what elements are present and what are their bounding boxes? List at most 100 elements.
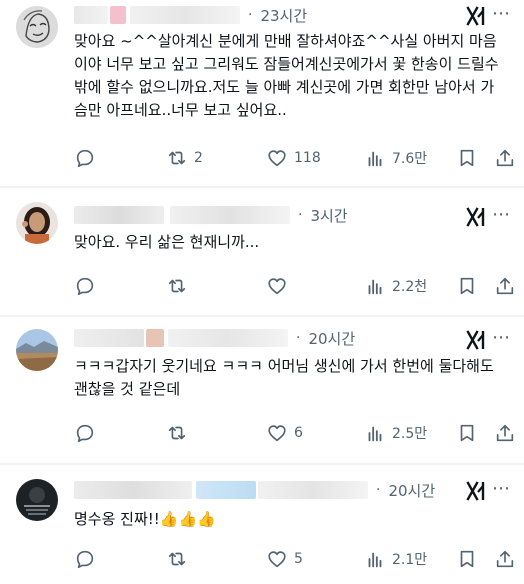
like-count: 118 xyxy=(294,150,321,166)
share-upload-icon xyxy=(496,550,514,568)
bar-chart-icon xyxy=(368,279,382,295)
woman-photo-avatar-image xyxy=(16,202,58,244)
repost-count: 2 xyxy=(194,150,203,166)
timestamp[interactable]: 3시간 xyxy=(310,205,347,226)
bookmark-icon xyxy=(460,550,474,568)
grok-xai-icon[interactable] xyxy=(466,206,488,228)
view-count: 2.1만 xyxy=(392,552,428,568)
handle-redacted[interactable] xyxy=(130,6,240,24)
views-button[interactable]: 2.1만 xyxy=(364,547,427,571)
handle-redacted[interactable] xyxy=(258,481,368,499)
heart-icon xyxy=(268,150,286,167)
like-button[interactable]: 6 xyxy=(266,421,303,445)
reply-item[interactable]: · 20시간 ⋯ 명수옹 진짜!!👍👍👍 5 2.1만 xyxy=(0,465,524,584)
reply-text: 명수옹 진짜!!👍👍👍 xyxy=(74,510,216,528)
like-button[interactable] xyxy=(266,274,294,298)
reply-item[interactable]: · 3시간 ⋯ 맞아요. 우리 삶은 현재니까... 2.2천 xyxy=(0,188,524,315)
view-count: 2.2천 xyxy=(392,279,428,295)
repost-arrows-icon xyxy=(168,151,186,165)
view-count: 7.6만 xyxy=(392,151,428,167)
share-button[interactable] xyxy=(494,274,516,298)
grok-xai-icon[interactable] xyxy=(466,5,488,27)
dark-poster-avatar-image xyxy=(16,479,58,521)
reply-item[interactable]: · 20시간 ⋯ ㅋㅋㅋ갑자기 웃기네요 ㅋㅋㅋ 어머님 생신에 가서 한번에 … xyxy=(0,317,524,463)
more-options-icon[interactable]: ⋯ xyxy=(492,329,511,347)
more-options-icon[interactable]: ⋯ xyxy=(492,480,511,498)
bar-chart-icon xyxy=(368,151,382,167)
avatar[interactable] xyxy=(16,6,58,48)
grok-xai-icon[interactable] xyxy=(466,329,488,351)
bookmark-icon xyxy=(460,277,474,295)
bar-chart-icon xyxy=(368,426,382,442)
avatar[interactable] xyxy=(16,479,58,521)
username-redacted[interactable] xyxy=(74,206,164,224)
username-redacted[interactable] xyxy=(74,6,108,24)
heart-icon xyxy=(268,278,286,295)
bookmark-button[interactable] xyxy=(456,547,478,571)
repost-arrows-icon xyxy=(168,426,186,440)
share-upload-icon xyxy=(496,149,514,167)
repost-button[interactable] xyxy=(166,421,194,445)
bookmark-button[interactable] xyxy=(456,274,478,298)
reply-actions: 2.2천 xyxy=(74,274,514,298)
reply-header: · 20시간 xyxy=(74,327,355,349)
share-upload-icon xyxy=(496,277,514,295)
reply-button[interactable] xyxy=(74,146,102,170)
heart-icon xyxy=(268,551,286,568)
repost-button[interactable] xyxy=(166,274,194,298)
speech-bubble-icon xyxy=(76,424,94,443)
landscape-photo-avatar-image xyxy=(16,329,58,371)
reply-button[interactable] xyxy=(74,547,102,571)
share-button[interactable] xyxy=(494,146,516,170)
heart-icon xyxy=(268,425,286,442)
speech-bubble-icon xyxy=(76,149,94,168)
reply-actions: 5 2.1만 xyxy=(74,547,514,571)
timestamp[interactable]: 20시간 xyxy=(388,480,435,501)
views-button[interactable]: 2.2천 xyxy=(364,274,427,298)
like-button[interactable]: 5 xyxy=(266,547,303,571)
reply-button[interactable] xyxy=(74,421,102,445)
repost-arrows-icon xyxy=(168,552,186,566)
reply-header: · 20시간 xyxy=(74,479,435,501)
timestamp[interactable]: 23시간 xyxy=(260,5,307,26)
separator-dot: · xyxy=(298,207,303,223)
share-button[interactable] xyxy=(494,547,516,571)
username-redacted[interactable] xyxy=(74,481,192,499)
reply-header: · 23시간 xyxy=(74,4,307,26)
username-redacted[interactable] xyxy=(110,6,126,24)
more-options-icon[interactable]: ⋯ xyxy=(492,206,511,224)
reply-header: · 3시간 xyxy=(74,204,348,226)
like-count: 6 xyxy=(294,425,303,441)
separator-dot: · xyxy=(376,482,381,498)
avatar[interactable] xyxy=(16,329,58,371)
bookmark-icon xyxy=(460,149,474,167)
handle-redacted[interactable] xyxy=(196,481,256,499)
handle-redacted[interactable] xyxy=(168,329,288,347)
separator-dot: · xyxy=(296,330,301,346)
reply-item[interactable]: · 23시간 ⋯ 맞아요 ~^^살아계신 분에게 만배 잘하셔야죠^^사실 아버… xyxy=(0,0,524,186)
reply-text: 맞아요. 우리 삶은 현재니까... xyxy=(74,233,260,251)
avatar[interactable] xyxy=(16,202,58,244)
separator-dot: · xyxy=(248,7,253,23)
repost-button[interactable] xyxy=(166,547,194,571)
views-button[interactable]: 7.6만 xyxy=(364,146,427,170)
timestamp[interactable]: 20시간 xyxy=(308,328,355,349)
share-button[interactable] xyxy=(494,421,516,445)
reply-actions: 6 2.5만 xyxy=(74,421,514,445)
username-redacted[interactable] xyxy=(74,329,144,347)
bookmark-button[interactable] xyxy=(456,421,478,445)
views-button[interactable]: 2.5만 xyxy=(364,421,427,445)
share-upload-icon xyxy=(496,424,514,442)
handle-redacted[interactable] xyxy=(170,206,290,224)
bookmark-button[interactable] xyxy=(456,146,478,170)
bar-chart-icon xyxy=(368,552,382,568)
username-redacted[interactable] xyxy=(146,329,164,347)
reply-button[interactable] xyxy=(74,274,102,298)
bookmark-icon xyxy=(460,424,474,442)
speech-bubble-icon xyxy=(76,277,94,296)
like-count: 5 xyxy=(294,551,303,567)
repost-button[interactable]: 2 xyxy=(166,146,203,170)
grok-xai-icon[interactable] xyxy=(466,480,488,502)
like-button[interactable]: 118 xyxy=(266,146,321,170)
more-options-icon[interactable]: ⋯ xyxy=(492,5,511,23)
